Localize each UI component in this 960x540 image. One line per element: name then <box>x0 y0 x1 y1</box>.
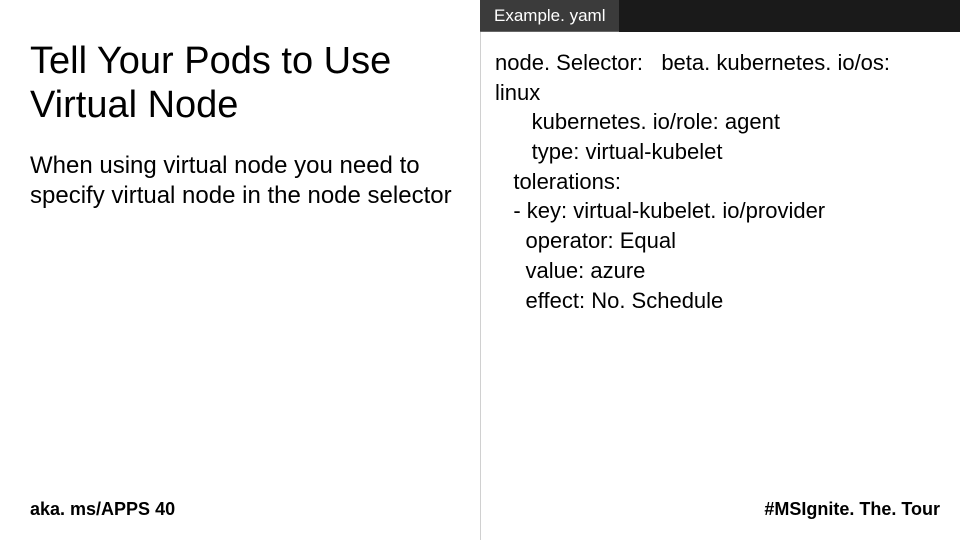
footer-hashtag: #MSIgnite. The. Tour <box>764 499 940 520</box>
code-line: - key: virtual-kubelet. io/provider <box>495 196 945 226</box>
code-line: type: virtual-kubelet <box>495 137 945 167</box>
tab-bar: Example. yaml <box>480 0 960 32</box>
left-column: Tell Your Pods to Use Virtual Node When … <box>30 40 460 211</box>
code-line: kubernetes. io/role: agent <box>495 107 945 137</box>
code-line: operator: Equal <box>495 226 945 256</box>
slide: Tell Your Pods to Use Virtual Node When … <box>0 0 960 540</box>
code-line: tolerations: <box>495 167 945 197</box>
footer-link: aka. ms/APPS 40 <box>30 499 175 520</box>
code-line: node. Selector: beta. kubernetes. io/os: <box>495 48 945 78</box>
slide-subtitle: When using virtual node you need to spec… <box>30 151 460 211</box>
code-line: value: azure <box>495 256 945 286</box>
code-line: effect: No. Schedule <box>495 286 945 316</box>
code-block: node. Selector: beta. kubernetes. io/os:… <box>495 48 945 315</box>
code-line: linux <box>495 78 945 108</box>
file-tab[interactable]: Example. yaml <box>480 0 619 32</box>
slide-title: Tell Your Pods to Use Virtual Node <box>30 40 460 127</box>
vertical-divider <box>480 0 481 540</box>
